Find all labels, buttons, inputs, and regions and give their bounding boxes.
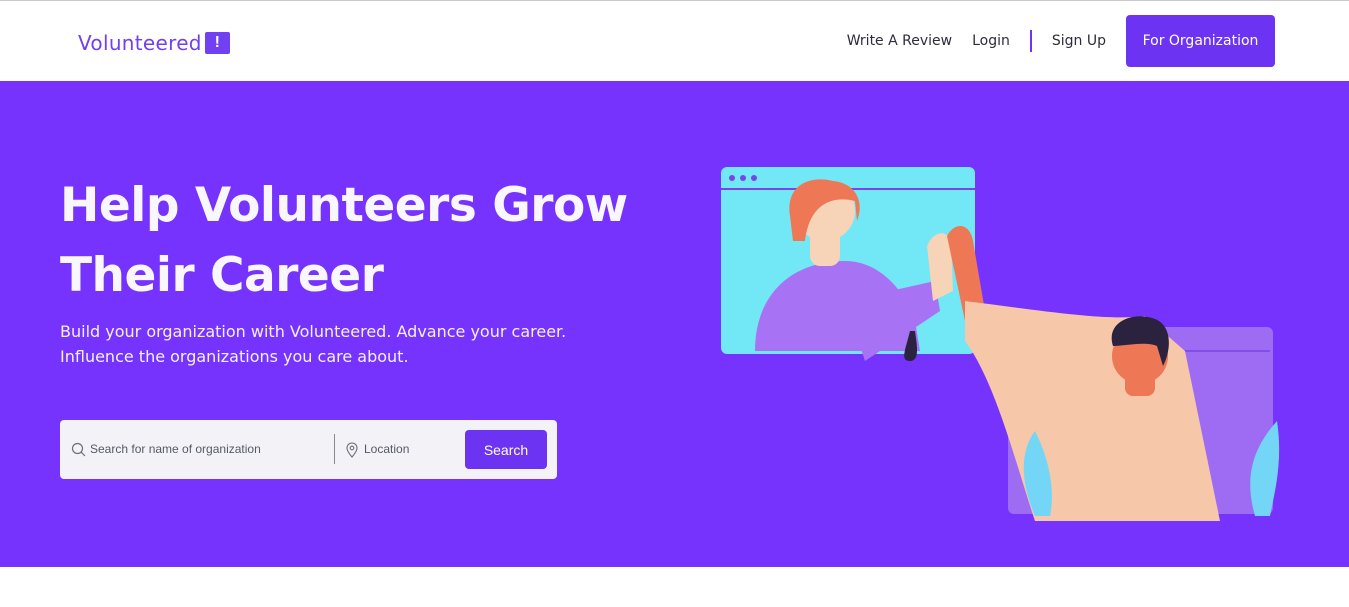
main-nav: Write A Review Login Sign Up For Organiz…: [847, 15, 1275, 67]
nav-divider: [1029, 30, 1032, 52]
search-button[interactable]: Search: [465, 430, 547, 469]
hero-title-line2: Their Career: [60, 248, 384, 303]
brand-name: Volunteered: [78, 31, 202, 55]
sign-up-link[interactable]: Sign Up: [1052, 33, 1106, 49]
write-review-link[interactable]: Write A Review: [847, 33, 952, 49]
window-dot-3: [751, 175, 757, 181]
hero-subtitle-line2: Influence the organizations you care abo…: [60, 347, 409, 366]
login-link[interactable]: Login: [972, 33, 1010, 49]
hero-title-line1: Help Volunteers Grow: [60, 178, 628, 233]
hero-subtitle: Build your organization with Volunteered…: [60, 319, 580, 369]
search-divider: [334, 434, 335, 464]
search-bar: Search: [60, 420, 557, 479]
site-header: Volunteered ! Write A Review Login Sign …: [0, 1, 1349, 81]
window-dot-2: [740, 175, 746, 181]
high-five-illustration: [721, 167, 1280, 521]
hero-subtitle-line1: Build your organization with Volunteered…: [60, 322, 567, 341]
hero-title: Help Volunteers Grow Their Career: [60, 171, 680, 311]
brand-logo[interactable]: Volunteered !: [78, 31, 230, 55]
for-organization-button[interactable]: For Organization: [1126, 15, 1275, 67]
hero-section: Help Volunteers Grow Their Career Build …: [0, 81, 1349, 567]
search-icon: [71, 442, 86, 457]
organization-search-input[interactable]: [90, 434, 325, 464]
location-input[interactable]: [364, 434, 459, 464]
brand-mark: !: [204, 32, 230, 54]
window-dot-1: [729, 175, 735, 181]
map-pin-icon: [346, 442, 358, 458]
